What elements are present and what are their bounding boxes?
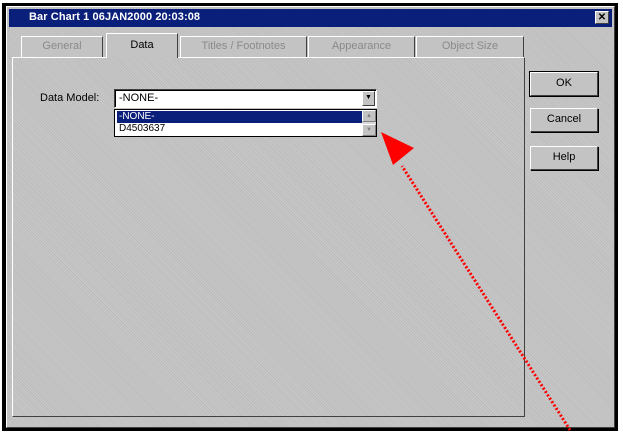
data-model-option-none[interactable]: -NONE- xyxy=(116,110,363,124)
scroll-down-button[interactable]: ▼ xyxy=(362,124,376,136)
ok-button[interactable]: OK xyxy=(529,71,599,97)
scroll-down-icon: ▼ xyxy=(366,127,372,133)
tab-appearance[interactable]: Appearance xyxy=(308,36,415,57)
chevron-down-icon: ▼ xyxy=(365,94,372,101)
tab-titles-footnotes[interactable]: Titles / Footnotes xyxy=(180,36,307,57)
data-model-value: -NONE- xyxy=(119,92,159,104)
close-icon: ✕ xyxy=(597,12,607,23)
tab-object-size[interactable]: Object Size xyxy=(416,36,524,57)
data-model-combobox[interactable]: -NONE- ▼ xyxy=(114,89,377,108)
tab-general[interactable]: General xyxy=(21,36,103,57)
help-button[interactable]: Help xyxy=(530,146,598,170)
cancel-button[interactable]: Cancel xyxy=(530,108,598,132)
scroll-up-icon: ▲ xyxy=(366,113,372,119)
data-model-dropdown-button[interactable]: ▼ xyxy=(362,91,375,106)
scroll-up-button[interactable]: ▲ xyxy=(362,110,376,122)
tab-data[interactable]: Data xyxy=(106,33,178,58)
title-bar: Bar Chart 1 06JAN2000 20:03:08 ✕ xyxy=(9,9,612,27)
close-button[interactable]: ✕ xyxy=(595,11,609,24)
data-model-option-d4503637[interactable]: D4503637 xyxy=(117,123,165,135)
data-model-dropdown-list: -NONE- D4503637 ▲ ▼ xyxy=(114,109,377,137)
window-title: Bar Chart 1 06JAN2000 20:03:08 xyxy=(29,11,201,23)
dropdown-scrollbar[interactable]: ▲ ▼ xyxy=(362,110,376,136)
data-model-label: Data Model: xyxy=(40,92,100,104)
